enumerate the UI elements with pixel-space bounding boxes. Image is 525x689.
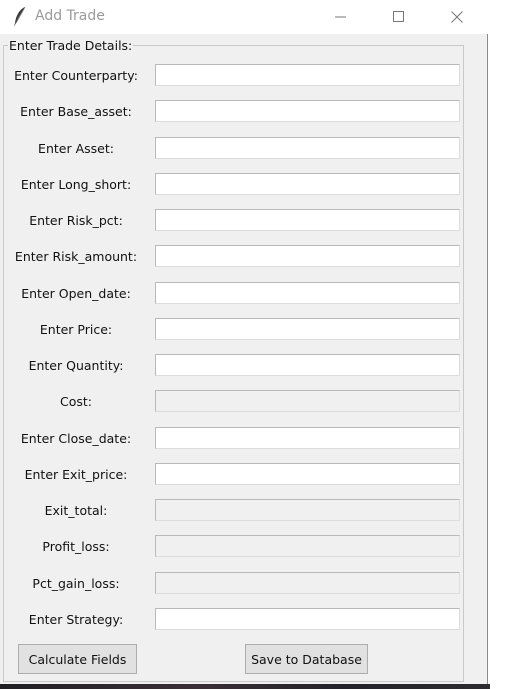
risk-amount-input[interactable] [155, 245, 460, 268]
title-bar[interactable]: Add Trade [0, 0, 488, 34]
exit-total-label: Exit_total: [44, 503, 108, 518]
price-input[interactable] [155, 317, 460, 340]
feather-icon [12, 6, 28, 28]
open-date-label: Enter Open_date: [21, 285, 131, 301]
pct-gain-loss-input [155, 571, 460, 594]
field-row-counterparty: Enter Counterparty: [0, 64, 464, 88]
exit-price-label: Enter Exit_price: [24, 466, 128, 482]
asset-input[interactable] [155, 136, 460, 159]
taskbar-edge [0, 684, 490, 689]
cost-input [155, 390, 460, 413]
counterparty-label: Enter Counterparty: [14, 68, 138, 83]
field-row-quantity: Enter Quantity: [0, 354, 464, 378]
save-to-database-button[interactable]: Save to Database [245, 644, 368, 674]
pct-gain-loss-label: Pct_gain_loss: [32, 575, 120, 591]
trade-details-group-label: Enter Trade Details: [8, 38, 134, 53]
risk-pct-label: Enter Risk_pct: [29, 213, 123, 228]
field-row-exit-total: Exit_total: [0, 499, 464, 523]
long-short-label: Enter Long_short: [20, 176, 132, 192]
strategy-input[interactable] [155, 607, 460, 630]
profit-loss-label: Profit_loss: [42, 539, 110, 555]
cost-label: Cost: [59, 394, 92, 410]
field-row-pct-gain-loss: Pct_gain_loss: [0, 571, 464, 596]
risk-pct-input[interactable] [155, 209, 460, 231]
profit-loss-input [155, 535, 460, 558]
field-row-open-date: Enter Open_date: [0, 281, 464, 306]
field-row-close-date: Enter Close_date: [0, 426, 464, 451]
asset-label: Enter Asset: [38, 140, 114, 156]
field-row-profit-loss: Profit_loss: [0, 535, 464, 559]
quantity-input[interactable] [155, 354, 460, 376]
field-row-risk-amount: Enter Risk_amount: [0, 245, 464, 269]
close-button[interactable] [434, 0, 480, 34]
add-trade-window: Add Trade Enter Trade Details: Enter Cou… [0, 0, 488, 684]
field-row-risk-pct: Enter Risk_pct: [0, 209, 464, 233]
quantity-label: Enter Quantity: [28, 358, 124, 373]
maximize-icon [393, 11, 404, 22]
base-asset-input[interactable] [155, 100, 460, 123]
strategy-label: Enter Strategy: [28, 611, 124, 627]
minimize-button[interactable] [318, 0, 364, 34]
exit-total-input [155, 499, 460, 521]
field-row-long-short: Enter Long_short: [0, 172, 464, 197]
open-date-input[interactable] [155, 281, 460, 304]
field-row-cost: Cost: [0, 390, 464, 414]
long-short-input[interactable] [155, 172, 460, 195]
minimize-icon [335, 16, 346, 18]
field-row-exit-price: Enter Exit_price: [0, 462, 464, 487]
field-row-base-asset: Enter Base_asset: [0, 100, 464, 124]
calculate-fields-button[interactable]: Calculate Fields [18, 644, 137, 674]
close-date-input[interactable] [155, 426, 460, 449]
window-title: Add Trade [35, 8, 105, 24]
counterparty-input[interactable] [155, 64, 460, 86]
field-row-strategy: Enter Strategy: [0, 607, 464, 632]
field-row-asset: Enter Asset: [0, 136, 464, 161]
exit-price-input[interactable] [155, 462, 460, 485]
base-asset-label: Enter Base_asset: [20, 104, 132, 120]
close-icon [451, 11, 463, 23]
close-date-label: Enter Close_date: [20, 430, 132, 446]
field-row-price: Enter Price: [0, 317, 464, 342]
maximize-button[interactable] [376, 0, 422, 34]
risk-amount-label: Enter Risk_amount: [14, 249, 138, 265]
price-label: Enter Price: [39, 321, 113, 337]
